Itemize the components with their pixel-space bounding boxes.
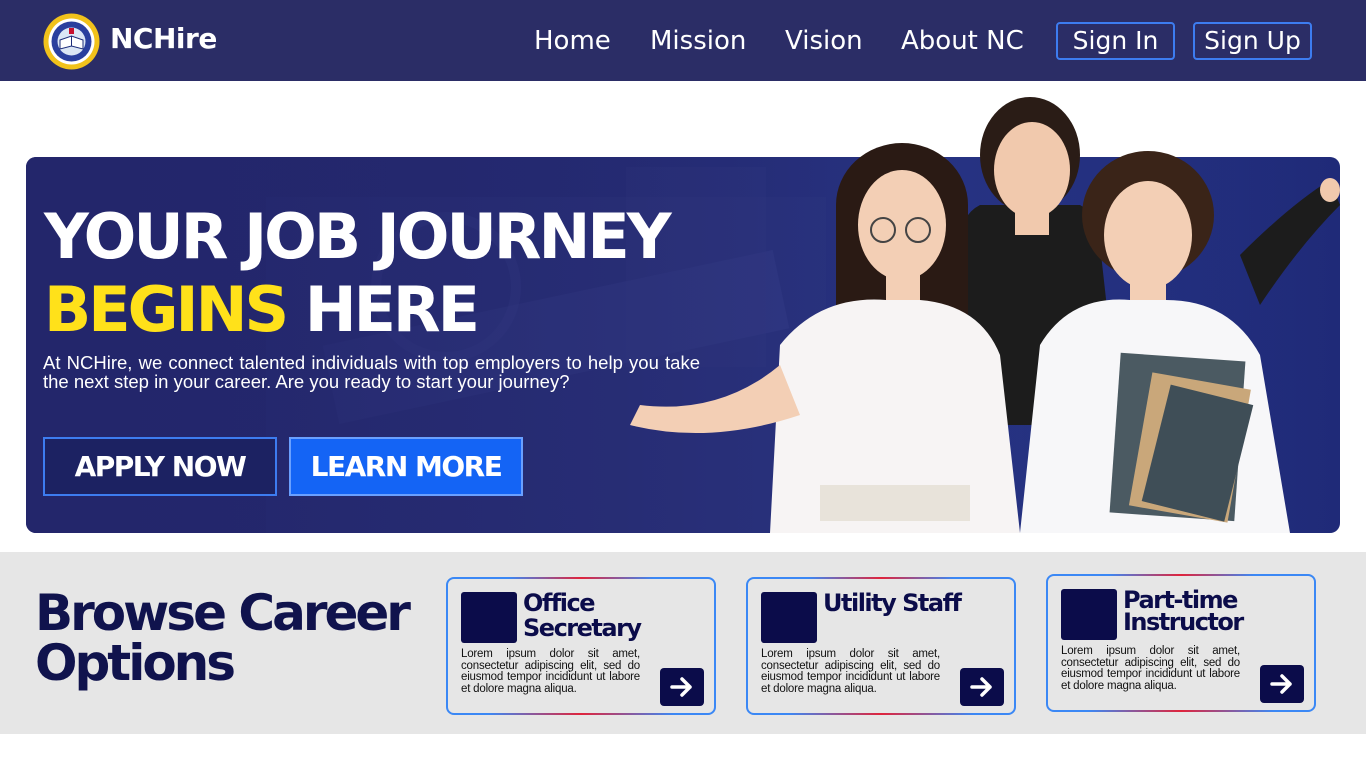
career-thumbnail [1061, 589, 1117, 640]
top-navbar: NCHire Home Mission Vision About NC Sign… [0, 0, 1366, 81]
college-seal-logo[interactable] [43, 13, 100, 70]
career-card-part-time-instructor[interactable]: Part-time Instructor Lorem ipsum dolor s… [1046, 574, 1316, 712]
career-card-title: Utility Staff [823, 589, 962, 617]
career-card-description: Lorem ipsum dolor sit amet, consectetur … [1061, 645, 1240, 692]
nav-link-home[interactable]: Home [534, 24, 611, 58]
hero-headline-highlight: BEGINS [44, 273, 289, 346]
career-card-description: Lorem ipsum dolor sit amet, consectetur … [761, 648, 940, 695]
arrow-right-icon[interactable] [660, 668, 704, 706]
learn-more-button[interactable]: LEARN MORE [289, 437, 523, 496]
sign-up-button[interactable]: Sign Up [1193, 22, 1312, 60]
hero-headline-line2: BEGINS HERE [44, 273, 480, 346]
career-card-office-secretary[interactable]: Office Secretary Lorem ipsum dolor sit a… [446, 577, 716, 715]
arrow-right-icon[interactable] [960, 668, 1004, 706]
career-card-title: Part-time Instructor [1123, 586, 1244, 636]
career-thumbnail [761, 592, 817, 643]
sign-in-button[interactable]: Sign In [1056, 22, 1175, 60]
hero-headline-line1: YOUR JOB JOURNEY [44, 200, 672, 273]
hero-headline-rest: HERE [286, 273, 480, 346]
apply-now-button[interactable]: APPLY NOW [43, 437, 277, 496]
arrow-right-icon[interactable] [1260, 665, 1304, 703]
career-card-utility-staff[interactable]: Utility Staff Lorem ipsum dolor sit amet… [746, 577, 1016, 715]
nav-link-mission[interactable]: Mission [650, 24, 746, 58]
browse-career-title: Browse Career Options [35, 584, 411, 692]
hero-people-photo [630, 97, 1340, 533]
brand-name[interactable]: NCHire [110, 22, 217, 55]
career-thumbnail [461, 592, 517, 643]
nav-link-about[interactable]: About NC [901, 24, 1024, 58]
career-card-title: Office Secretary [523, 589, 642, 642]
career-card-description: Lorem ipsum dolor sit amet, consectetur … [461, 648, 640, 695]
nav-link-vision[interactable]: Vision [785, 24, 863, 58]
